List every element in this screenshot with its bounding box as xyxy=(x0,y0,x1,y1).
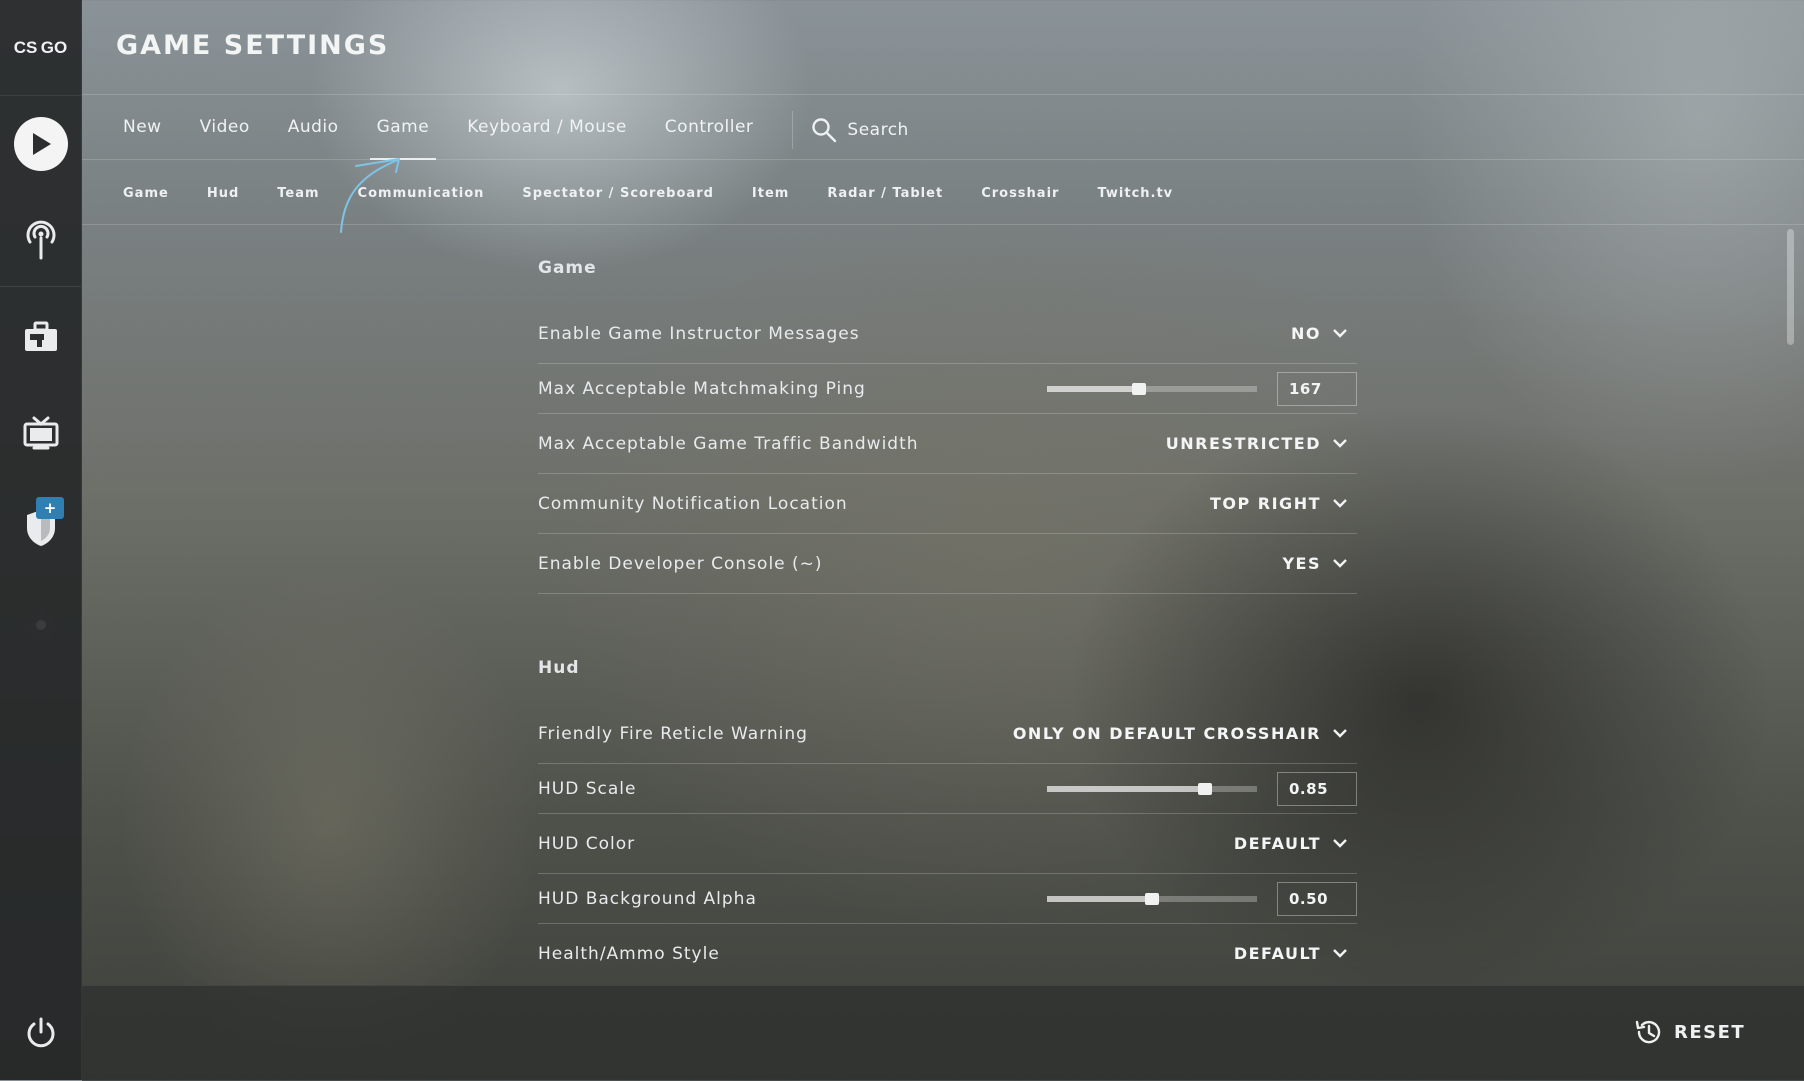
dropdown-value: ONLY ON DEFAULT CROSSHAIR xyxy=(1012,724,1321,743)
power-quit-icon[interactable] xyxy=(0,1008,81,1058)
header-divider xyxy=(82,94,1804,95)
reset-button[interactable]: RESET xyxy=(1634,1018,1745,1046)
slider-thumb[interactable] xyxy=(1132,382,1146,395)
slider-thumb[interactable] xyxy=(1145,892,1159,905)
left-nav-rail: CS GO + xyxy=(0,0,82,1080)
chevron-down-icon xyxy=(1333,839,1347,848)
main-tabs: New Video Audio Game Keyboard / Mouse Co… xyxy=(104,100,909,160)
setting-label: Health/Ammo Style xyxy=(538,943,720,964)
friendly-fire-reticle-dropdown[interactable]: ONLY ON DEFAULT CROSSHAIR xyxy=(1013,724,1357,743)
setting-label: HUD Color xyxy=(538,833,636,854)
setting-label: Max Acceptable Game Traffic Bandwidth xyxy=(538,433,919,454)
play-button[interactable] xyxy=(0,112,81,176)
dropdown-value: UNRESTRICTED xyxy=(1165,434,1321,453)
developer-console-dropdown[interactable]: YES xyxy=(1282,554,1357,573)
setting-row: HUD Scale 0.85 xyxy=(538,764,1357,814)
setting-label: Enable Game Instructor Messages xyxy=(538,323,860,344)
dropdown-value: DEFAULT xyxy=(1233,944,1321,963)
slider-fill xyxy=(1047,895,1152,902)
footer-bar xyxy=(82,985,1804,1081)
slider-fill xyxy=(1047,785,1205,792)
section-title-hud: Hud xyxy=(538,658,580,678)
tab-keyboard-mouse[interactable]: Keyboard / Mouse xyxy=(448,100,646,160)
inventory-icon[interactable] xyxy=(0,312,81,362)
chevron-down-icon xyxy=(1333,559,1347,568)
hud-color-dropdown[interactable]: DEFAULT xyxy=(1234,834,1357,853)
settings-panel: Game Enable Game Instructor Messages NO … xyxy=(538,250,1357,983)
settings-gear-icon[interactable] xyxy=(0,600,81,650)
setting-row: Community Notification Location TOP RIGH… xyxy=(538,474,1357,534)
hud-scale-slider[interactable] xyxy=(1047,782,1257,795)
setting-row: Friendly Fire Reticle Warning ONLY ON DE… xyxy=(538,704,1357,764)
slider-fill xyxy=(1047,385,1139,392)
rail-divider xyxy=(0,286,81,287)
game-instructor-dropdown[interactable]: NO xyxy=(1291,324,1357,343)
subtab-crosshair[interactable]: Crosshair xyxy=(962,186,1078,201)
setting-row: Enable Game Instructor Messages NO xyxy=(538,304,1357,364)
search-button[interactable]: Search xyxy=(811,117,908,143)
subtabs-divider xyxy=(82,224,1804,225)
setting-label: Enable Developer Console (~) xyxy=(538,553,823,574)
setting-row: HUD Background Alpha 0.50 xyxy=(538,874,1357,924)
setting-row: Max Acceptable Matchmaking Ping 167 xyxy=(538,364,1357,414)
subtab-radar-tablet[interactable]: Radar / Tablet xyxy=(808,186,962,201)
setting-row: Enable Developer Console (~) YES xyxy=(538,534,1357,594)
setting-label: Friendly Fire Reticle Warning xyxy=(538,723,808,744)
dropdown-value: YES xyxy=(1282,554,1321,573)
subtab-item[interactable]: Item xyxy=(733,186,808,201)
play-icon xyxy=(13,117,68,171)
health-ammo-style-dropdown[interactable]: DEFAULT xyxy=(1234,944,1357,963)
tab-audio[interactable]: Audio xyxy=(269,100,358,160)
notification-location-dropdown[interactable]: TOP RIGHT xyxy=(1210,494,1357,513)
chevron-down-icon xyxy=(1333,729,1347,738)
section-title-game: Game xyxy=(538,258,597,278)
setting-row: Max Acceptable Game Traffic Bandwidth UN… xyxy=(538,414,1357,474)
setting-label: HUD Scale xyxy=(538,778,637,799)
setting-label: Max Acceptable Matchmaking Ping xyxy=(538,378,866,399)
hud-background-alpha-input[interactable]: 0.50 xyxy=(1277,881,1357,916)
setting-label: Community Notification Location xyxy=(538,493,848,514)
chevron-down-icon xyxy=(1333,499,1347,508)
watch-broadcast-icon[interactable] xyxy=(0,212,81,268)
scrollbar-thumb[interactable] xyxy=(1787,229,1794,345)
tabs-divider xyxy=(82,159,1804,160)
setting-row: Health/Ammo Style DEFAULT xyxy=(538,924,1357,983)
traffic-bandwidth-dropdown[interactable]: UNRESTRICTED xyxy=(1166,434,1357,453)
search-label: Search xyxy=(847,120,909,140)
sub-tabs: Game Hud Team Communication Spectator / … xyxy=(104,168,1192,218)
dropdown-value: TOP RIGHT xyxy=(1209,494,1321,513)
reset-label: RESET xyxy=(1674,1021,1746,1043)
chevron-down-icon xyxy=(1333,439,1347,448)
tab-new[interactable]: New xyxy=(104,100,181,160)
tab-controller[interactable]: Controller xyxy=(646,100,773,160)
watch-tv-icon[interactable] xyxy=(0,408,81,458)
tab-separator xyxy=(792,111,794,149)
tab-video[interactable]: Video xyxy=(181,100,269,160)
profile-new-badge: + xyxy=(36,497,64,519)
subtab-game[interactable]: Game xyxy=(104,186,188,201)
hud-background-alpha-slider[interactable] xyxy=(1047,892,1257,905)
matchmaking-ping-slider[interactable] xyxy=(1047,382,1257,395)
subtab-communication[interactable]: Communication xyxy=(339,186,504,201)
history-reset-icon xyxy=(1635,1020,1661,1044)
dropdown-value: NO xyxy=(1291,324,1321,343)
subtab-twitch-tv[interactable]: Twitch.tv xyxy=(1078,186,1192,201)
page-title: GAME SETTINGS xyxy=(116,30,390,61)
setting-label: HUD Background Alpha xyxy=(538,888,757,909)
search-icon xyxy=(812,118,837,143)
setting-row: HUD Color DEFAULT xyxy=(538,814,1357,874)
hud-scale-input[interactable]: 0.85 xyxy=(1277,771,1357,806)
tab-game[interactable]: Game xyxy=(358,100,449,160)
subtab-spectator-scoreboard[interactable]: Spectator / Scoreboard xyxy=(503,186,733,201)
subtab-hud[interactable]: Hud xyxy=(188,186,258,201)
chevron-down-icon xyxy=(1333,949,1347,958)
slider-thumb[interactable] xyxy=(1198,782,1212,795)
csgo-logo[interactable]: CS GO xyxy=(0,0,81,96)
dropdown-value: DEFAULT xyxy=(1233,834,1321,853)
chevron-down-icon xyxy=(1333,329,1347,338)
matchmaking-ping-input[interactable]: 167 xyxy=(1277,371,1357,406)
subtab-team[interactable]: Team xyxy=(258,186,338,201)
